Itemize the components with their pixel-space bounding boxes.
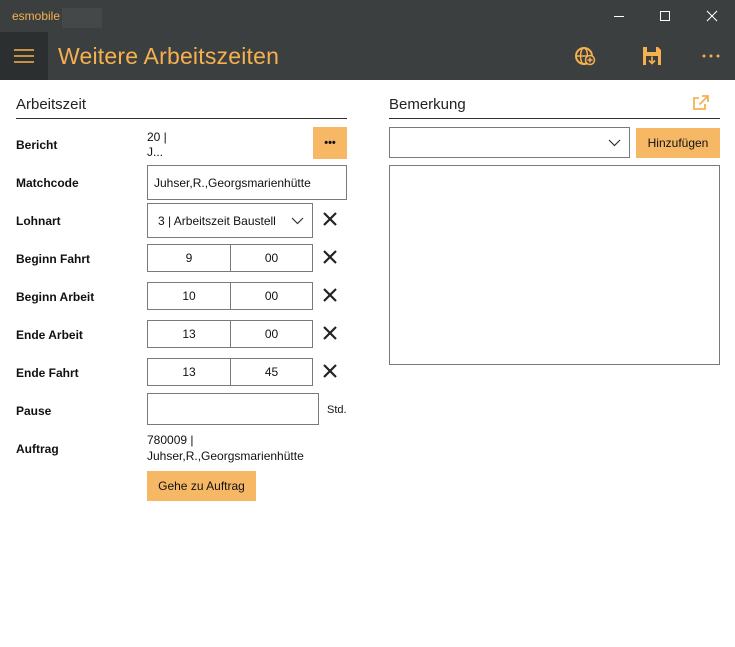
maximize-button[interactable] xyxy=(642,0,688,32)
save-button[interactable] xyxy=(628,32,676,80)
page-title: Weitere Arbeitszeiten xyxy=(58,43,280,69)
bemerkung-select[interactable] xyxy=(389,127,630,158)
minimize-icon xyxy=(614,16,624,17)
beginn-fahrt-time: 9 00 xyxy=(147,244,313,272)
label-lohnart: Lohnart xyxy=(16,214,61,228)
close-icon xyxy=(706,10,718,22)
section-title-arbeitszeit: Arbeitszeit xyxy=(16,96,87,113)
globe-sync-icon xyxy=(575,47,596,66)
ende-fahrt-clear-icon[interactable] xyxy=(321,362,339,380)
chevron-down-icon xyxy=(608,139,621,146)
app-header: Weitere Arbeitszeiten xyxy=(0,32,735,80)
section-title-bemerkung: Bemerkung xyxy=(389,96,466,113)
auftrag-number: 780009 | xyxy=(147,433,194,447)
ende-fahrt-hour[interactable]: 13 xyxy=(148,359,230,385)
hamburger-menu-button[interactable] xyxy=(0,32,48,80)
ende-arbeit-minute[interactable]: 00 xyxy=(231,321,312,347)
label-bericht: Bericht xyxy=(16,138,58,152)
hamburger-menu-icon xyxy=(14,49,34,63)
ende-fahrt-minute[interactable]: 45 xyxy=(231,359,312,385)
save-download-icon xyxy=(643,47,661,65)
label-beginn-fahrt: Beginn Fahrt xyxy=(16,252,90,266)
matchcode-value: Juhser,R.,Georgsmarienhütte xyxy=(154,175,311,190)
hinzufuegen-button[interactable]: Hinzufügen xyxy=(636,128,720,158)
beginn-arbeit-time: 10 00 xyxy=(147,282,313,310)
beginn-fahrt-clear-icon[interactable] xyxy=(321,248,339,266)
label-matchcode: Matchcode xyxy=(16,176,79,190)
title-bar-blur xyxy=(62,8,102,28)
label-pause: Pause xyxy=(16,404,52,418)
close-window-button[interactable] xyxy=(689,0,735,32)
ende-arbeit-clear-icon[interactable] xyxy=(321,324,339,342)
sync-button[interactable] xyxy=(561,32,609,80)
label-ende-fahrt: Ende Fahrt xyxy=(16,366,79,380)
more-dots-icon xyxy=(702,54,720,58)
beginn-arbeit-minute[interactable]: 00 xyxy=(231,283,312,309)
goto-auftrag-button[interactable]: Gehe zu Auftrag xyxy=(147,471,256,501)
ende-fahrt-time: 13 45 xyxy=(147,358,313,386)
pause-unit: Std. xyxy=(327,404,347,416)
beginn-fahrt-minute[interactable]: 00 xyxy=(231,245,312,271)
bemerkung-textarea[interactable] xyxy=(389,165,720,365)
maximize-icon xyxy=(660,11,670,21)
app-name: esmobile xyxy=(12,9,61,23)
beginn-arbeit-hour[interactable]: 10 xyxy=(148,283,230,309)
label-beginn-arbeit: Beginn Arbeit xyxy=(16,290,95,304)
ende-arbeit-hour[interactable]: 13 xyxy=(148,321,230,347)
minimize-button[interactable] xyxy=(596,0,642,32)
ende-arbeit-time: 13 00 xyxy=(147,320,313,348)
section-divider xyxy=(389,118,720,119)
auftrag-name: Juhser,R.,Georgsmarienhütte xyxy=(147,449,304,463)
bericht-name: J... xyxy=(147,145,164,159)
matchcode-field[interactable]: Juhser,R.,Georgsmarienhütte xyxy=(147,165,347,200)
beginn-arbeit-clear-icon[interactable] xyxy=(321,286,339,304)
beginn-fahrt-hour[interactable]: 9 xyxy=(148,245,230,271)
bericht-number: 20 | xyxy=(147,130,167,144)
lohnart-value: 3 | Arbeitszeit Baustell xyxy=(158,213,276,228)
label-ende-arbeit: Ende Arbeit xyxy=(16,328,83,342)
label-auftrag: Auftrag xyxy=(16,442,59,456)
chevron-down-icon xyxy=(291,217,304,224)
lohnart-dropdown[interactable]: 3 | Arbeitszeit Baustell xyxy=(147,203,313,238)
open-external-icon[interactable] xyxy=(692,95,709,111)
window-title-bar: esmobile xyxy=(0,0,735,32)
section-divider xyxy=(16,118,347,119)
pause-input[interactable] xyxy=(147,393,319,425)
bericht-more-button[interactable]: ••• xyxy=(313,127,347,159)
lohnart-clear-icon[interactable] xyxy=(321,210,339,228)
more-options-button[interactable] xyxy=(687,32,735,80)
